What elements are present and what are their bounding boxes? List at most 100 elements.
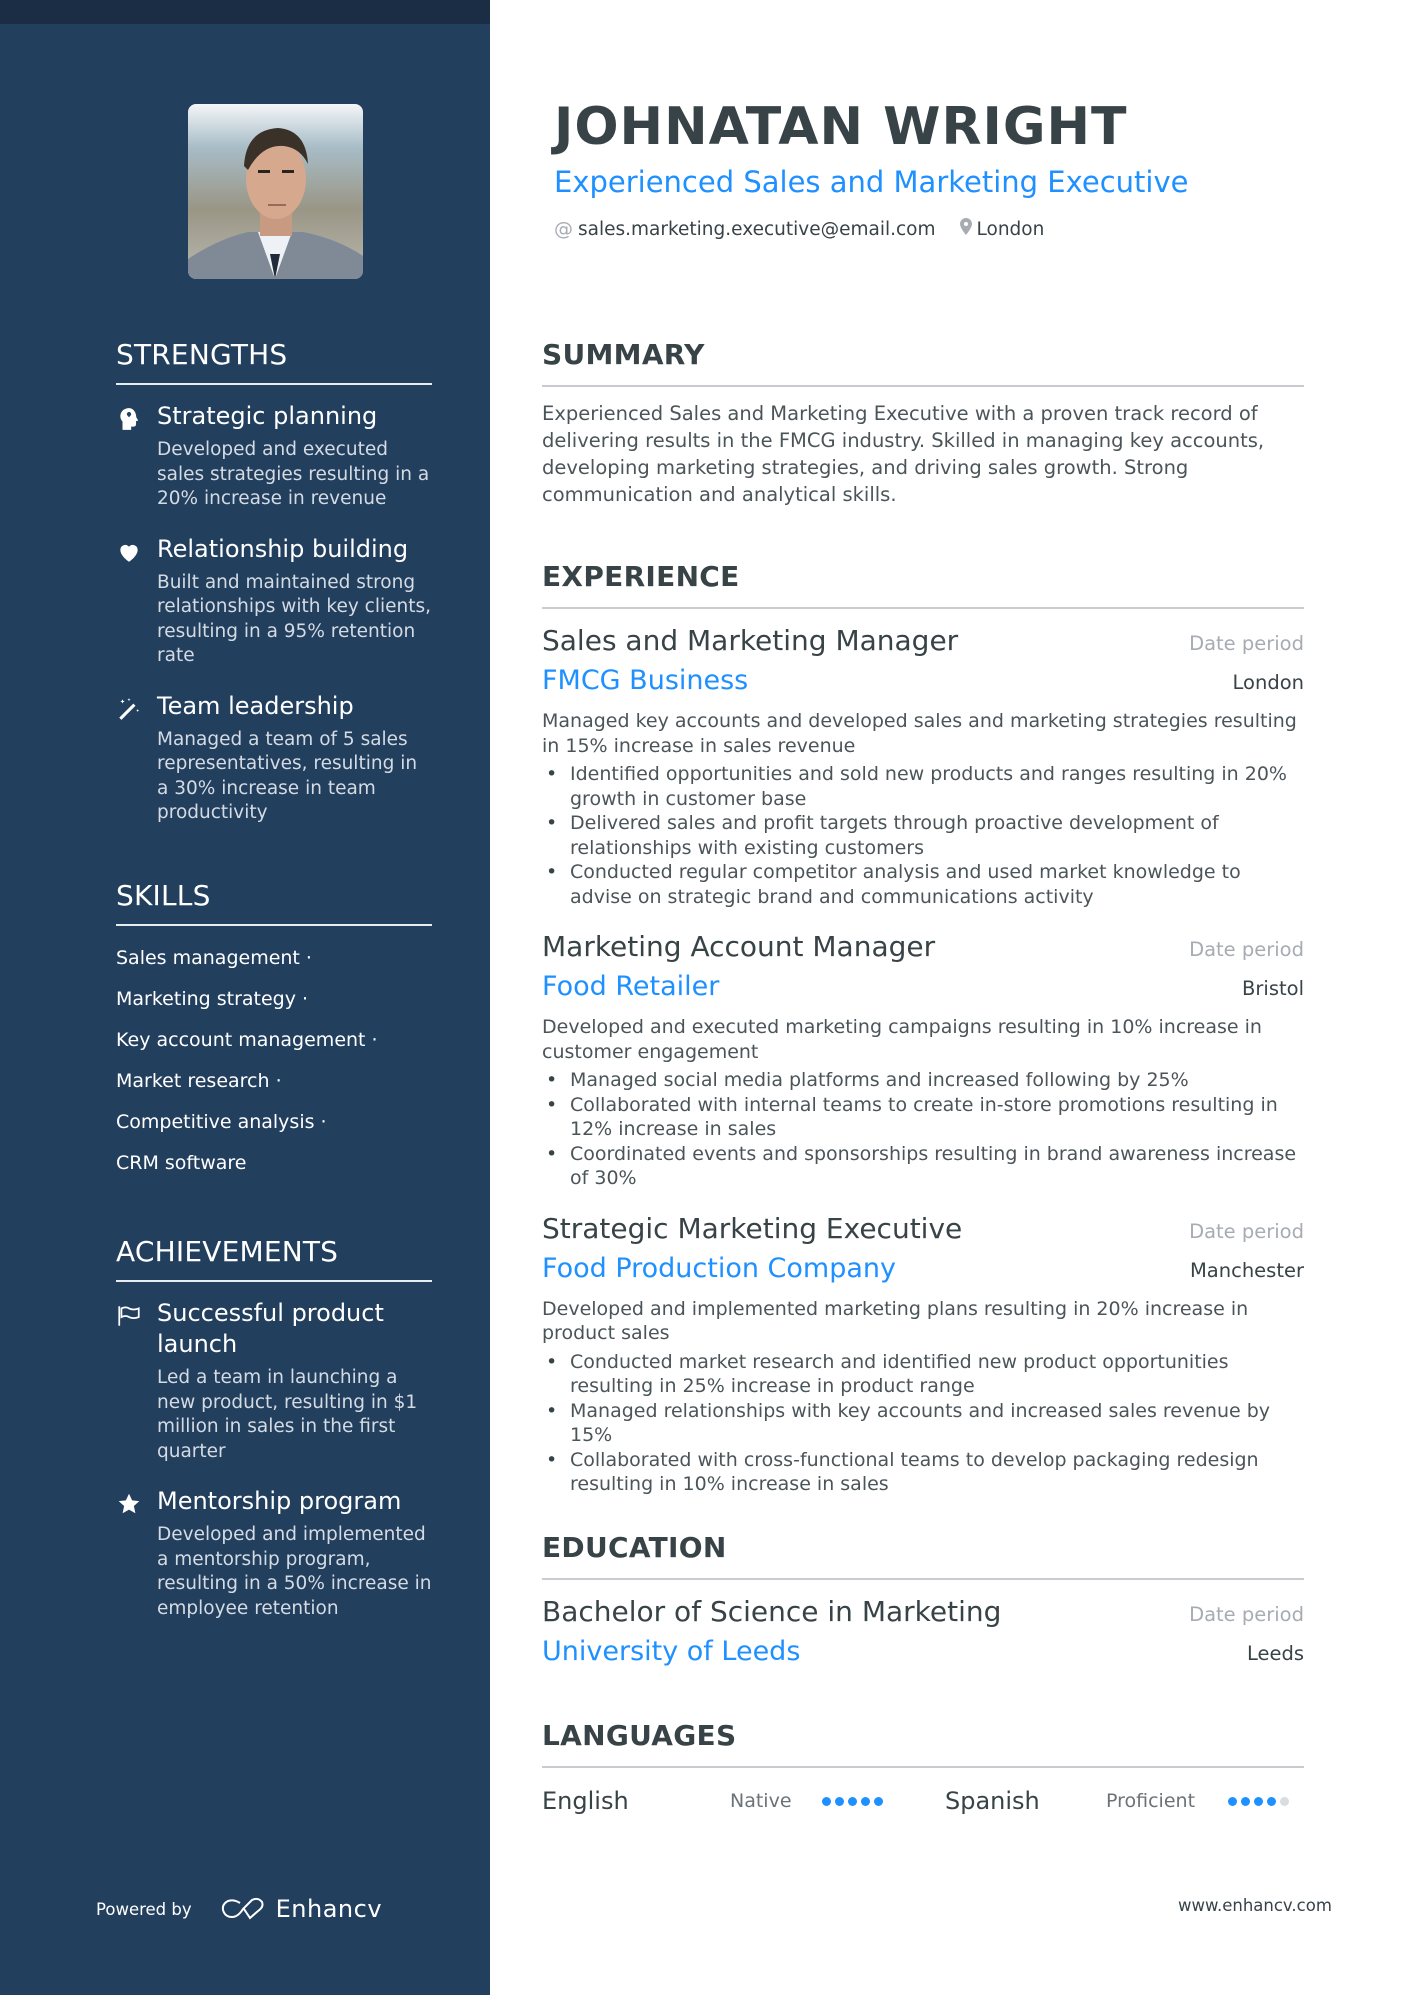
experience-entry: Marketing Account Manager Date period Fo…	[542, 929, 1304, 1191]
languages-row: English Native Spanish Proficient	[542, 1784, 1304, 1818]
section-divider	[542, 1766, 1304, 1768]
language-rating	[1228, 1796, 1289, 1806]
education-date: Date period	[1189, 1603, 1304, 1626]
language-name: English	[542, 1787, 629, 1815]
strength-title: Relationship building	[157, 534, 409, 563]
profile-photo	[188, 104, 363, 279]
job-description: Developed and implemented marketing plan…	[542, 1297, 1249, 1345]
language-level: Proficient	[1106, 1790, 1196, 1812]
job-date: Date period	[1189, 938, 1304, 961]
job-role: Marketing Account Manager	[542, 930, 936, 963]
school-name: University of Leeds	[542, 1636, 801, 1667]
job-role: Sales and Marketing Manager	[542, 624, 959, 657]
enhancv-brand: Enhancv	[275, 1895, 383, 1923]
school-location: Leeds	[1246, 1642, 1304, 1665]
job-location: Bristol	[1242, 977, 1304, 1000]
job-bullet: Managed relationships with key accounts …	[542, 1399, 1304, 1448]
strength-desc: Developed and executed sales strategies …	[157, 439, 430, 509]
strength-item: Strategic planning Developed and execute…	[116, 401, 432, 512]
candidate-title: Experienced Sales and Marketing Executiv…	[554, 165, 1189, 199]
job-bullets: Conducted market research and identified…	[542, 1350, 1304, 1497]
powered-by: Powered by Enhancv	[96, 1895, 382, 1923]
job-bullet: Conducted market research and identified…	[542, 1350, 1304, 1399]
skill-item: Market research ·	[116, 1070, 282, 1092]
languages-heading: LANGUAGES	[542, 1719, 737, 1752]
rating-dot-filled	[1254, 1796, 1263, 1806]
website-link[interactable]: www.enhancv.com	[1178, 1896, 1332, 1915]
summary-section: SUMMARY Experienced Sales and Marketing …	[542, 337, 1304, 508]
rating-dot-filled	[848, 1796, 857, 1806]
summary-heading: SUMMARY	[542, 338, 705, 371]
flag-icon	[116, 1303, 142, 1329]
experience-entry: Sales and Marketing Manager Date period …	[542, 623, 1304, 909]
sidebar: STRENGTHS Strategic planning Developed a…	[0, 0, 490, 1995]
section-divider	[116, 924, 432, 926]
sidebar-top-band	[0, 0, 490, 24]
magic-wand-icon	[116, 696, 142, 722]
email-link[interactable]: sales.marketing.executive@email.com	[578, 219, 936, 240]
at-icon: @	[554, 218, 573, 240]
skill-item: Competitive analysis ·	[116, 1111, 327, 1133]
powered-by-label: Powered by	[96, 1899, 192, 1919]
experience-heading: EXPERIENCE	[542, 560, 740, 593]
job-bullet: Identified opportunities and sold new pr…	[542, 762, 1304, 811]
education-entry: Bachelor of Science in Marketing Date pe…	[542, 1594, 1304, 1670]
location-text: London	[976, 218, 1045, 240]
skill-item: CRM software	[116, 1152, 247, 1174]
job-date: Date period	[1189, 632, 1304, 655]
job-location: London	[1232, 671, 1304, 694]
strength-title: Team leadership	[157, 691, 354, 720]
section-divider	[116, 1280, 432, 1282]
job-bullet: Managed social media platforms and incre…	[542, 1068, 1304, 1093]
map-pin-icon	[959, 218, 972, 240]
achievement-desc: Developed and implemented a mentorship p…	[157, 1524, 432, 1619]
skills-heading: SKILLS	[116, 879, 211, 912]
skills-section: SKILLS Sales management · Marketing stra…	[116, 878, 432, 1184]
degree-title: Bachelor of Science in Marketing	[542, 1595, 1002, 1628]
rating-dot-filled	[1228, 1796, 1237, 1806]
head-brain-icon	[116, 406, 142, 432]
job-description: Managed key accounts and developed sales…	[542, 710, 1297, 757]
achievement-title: Successful product launch	[157, 1299, 384, 1358]
job-bullet: Delivered sales and profit targets throu…	[542, 811, 1304, 860]
strength-title: Strategic planning	[157, 402, 378, 430]
achievements-heading: ACHIEVEMENTS	[116, 1235, 339, 1268]
job-bullets: Managed social media platforms and incre…	[542, 1068, 1304, 1191]
job-bullet: Collaborated with internal teams to crea…	[542, 1093, 1304, 1142]
rating-dot-filled	[1241, 1796, 1250, 1806]
rating-dot-filled	[1267, 1796, 1276, 1806]
job-company: Food Production Company	[542, 1252, 897, 1284]
section-divider	[542, 607, 1304, 609]
rating-dot-filled	[822, 1796, 831, 1806]
job-bullet: Conducted regular competitor analysis an…	[542, 860, 1304, 909]
language-level: Native	[730, 1790, 792, 1812]
strength-desc: Managed a team of 5 sales representative…	[157, 728, 418, 824]
rating-dot-filled	[874, 1796, 883, 1806]
enhancv-logo-icon	[221, 1897, 264, 1920]
strengths-heading: STRENGTHS	[116, 338, 288, 371]
job-bullet: Coordinated events and sponsorships resu…	[542, 1142, 1304, 1191]
section-divider	[542, 1578, 1304, 1580]
job-company: FMCG Business	[542, 665, 749, 696]
language-name: Spanish	[945, 1787, 1040, 1815]
achievement-desc: Led a team in launching a new product, r…	[157, 1367, 418, 1462]
section-divider	[542, 385, 1304, 387]
languages-section: LANGUAGES English Native Spanish Profici…	[542, 1718, 1304, 1818]
job-description: Developed and executed marketing campaig…	[542, 1016, 1262, 1063]
job-company: Food Retailer	[542, 971, 720, 1002]
rating-dot-filled	[861, 1796, 870, 1806]
skill-item: Key account management ·	[116, 1029, 378, 1051]
skills-list: Sales management · Marketing strategy · …	[116, 938, 432, 1184]
candidate-name: JOHNATAN WRIGHT	[554, 97, 1128, 157]
strength-desc: Built and maintained strong relationship…	[157, 571, 431, 667]
job-role: Strategic Marketing Executive	[542, 1211, 963, 1245]
achievement-item: Mentorship program Developed and impleme…	[116, 1486, 432, 1621]
section-divider	[116, 383, 432, 385]
strengths-section: STRENGTHS Strategic planning Developed a…	[116, 337, 432, 826]
job-bullet: Collaborated with cross-functional teams…	[542, 1448, 1304, 1497]
enhancv-logo[interactable]: Enhancv	[220, 1895, 382, 1923]
star-icon	[116, 1491, 142, 1517]
job-location: Manchester	[1189, 1258, 1304, 1282]
rating-dot-filled	[835, 1796, 844, 1806]
achievement-item: Successful product launch Led a team in …	[116, 1298, 432, 1464]
